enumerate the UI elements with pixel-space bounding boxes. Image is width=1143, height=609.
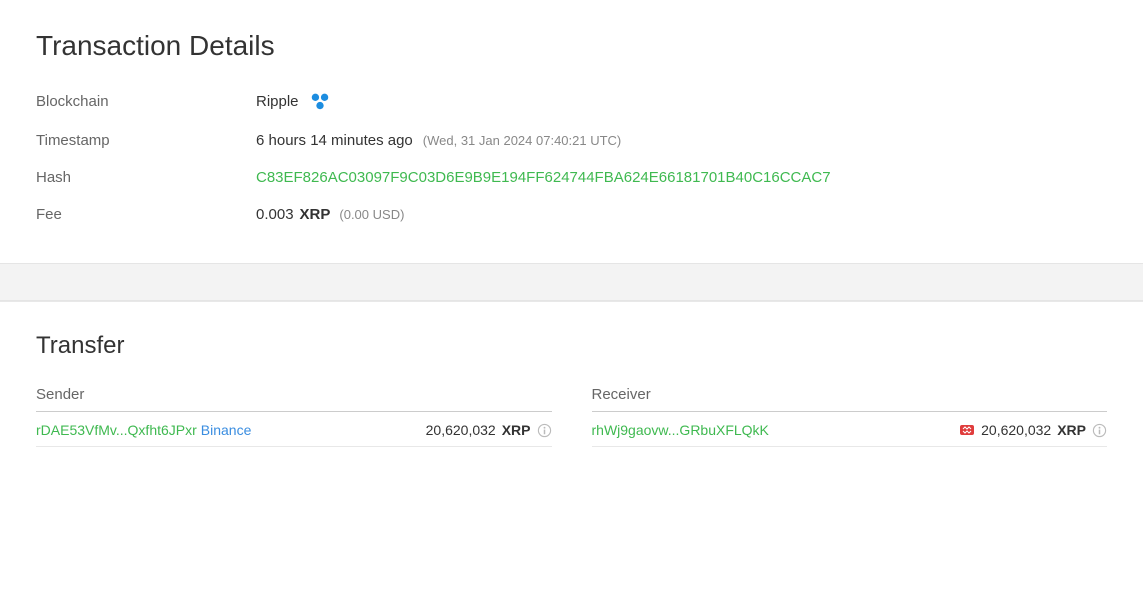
sender-header: Sender (36, 386, 552, 412)
sender-column: Sender rDAE53VfMv...Qxfht6JPxr Binance 2… (36, 386, 552, 447)
receiver-right: 20,620,032 XRP (959, 422, 1107, 438)
ripple-icon (309, 90, 331, 112)
timestamp-absolute: (Wed, 31 Jan 2024 07:40:21 UTC) (423, 133, 622, 148)
sender-right: 20,620,032 XRP (426, 422, 552, 438)
hash-link[interactable]: C83EF826AC03097F9C03D6E9B9E194FF624744FB… (256, 169, 831, 186)
transfer-container: Sender rDAE53VfMv...Qxfht6JPxr Binance 2… (36, 386, 1107, 447)
section-divider (0, 263, 1143, 301)
transaction-details-section: Transaction Details Blockchain Ripple Ti… (0, 0, 1143, 263)
hash-row: Hash C83EF826AC03097F9C03D6E9B9E194FF624… (36, 169, 1107, 186)
receiver-left: rhWj9gaovw...GRbuXFLQkK (592, 422, 769, 438)
fee-value: 0.003 XRP (0.00 USD) (256, 206, 404, 223)
sender-address-link[interactable]: rDAE53VfMv...Qxfht6JPxr (36, 422, 197, 438)
receiver-amount: 20,620,032 (981, 422, 1051, 438)
receiver-row: rhWj9gaovw...GRbuXFLQkK 20,620,032 XRP (592, 422, 1108, 447)
page-title: Transaction Details (36, 30, 1107, 62)
alert-icon (959, 423, 975, 437)
receiver-header: Receiver (592, 386, 1108, 412)
receiver-address-link[interactable]: rhWj9gaovw...GRbuXFLQkK (592, 422, 769, 438)
timestamp-label: Timestamp (36, 132, 256, 149)
hash-label: Hash (36, 169, 256, 186)
info-icon[interactable] (1092, 423, 1107, 438)
timestamp-row: Timestamp 6 hours 14 minutes ago (Wed, 3… (36, 132, 1107, 149)
transfer-section: Transfer Sender rDAE53VfMv...Qxfht6JPxr … (0, 301, 1143, 467)
receiver-currency: XRP (1057, 422, 1086, 438)
blockchain-label: Blockchain (36, 93, 256, 110)
fee-amount: 0.003 (256, 206, 294, 223)
sender-currency: XRP (502, 422, 531, 438)
sender-left: rDAE53VfMv...Qxfht6JPxr Binance (36, 422, 251, 438)
blockchain-name: Ripple (256, 93, 299, 110)
timestamp-value: 6 hours 14 minutes ago (Wed, 31 Jan 2024… (256, 132, 621, 149)
info-icon[interactable] (537, 423, 552, 438)
blockchain-value: Ripple (256, 90, 331, 112)
timestamp-relative: 6 hours 14 minutes ago (256, 132, 413, 149)
blockchain-row: Blockchain Ripple (36, 90, 1107, 112)
transfer-title: Transfer (36, 332, 1107, 360)
fee-currency: XRP (300, 206, 331, 223)
sender-amount: 20,620,032 (426, 422, 496, 438)
sender-row: rDAE53VfMv...Qxfht6JPxr Binance 20,620,0… (36, 422, 552, 447)
fee-row: Fee 0.003 XRP (0.00 USD) (36, 206, 1107, 223)
fee-label: Fee (36, 206, 256, 223)
receiver-column: Receiver rhWj9gaovw...GRbuXFLQkK 20,620,… (592, 386, 1108, 447)
hash-value: C83EF826AC03097F9C03D6E9B9E194FF624744FB… (256, 169, 831, 186)
sender-exchange-link[interactable]: Binance (201, 422, 252, 438)
fee-usd: (0.00 USD) (339, 207, 404, 222)
